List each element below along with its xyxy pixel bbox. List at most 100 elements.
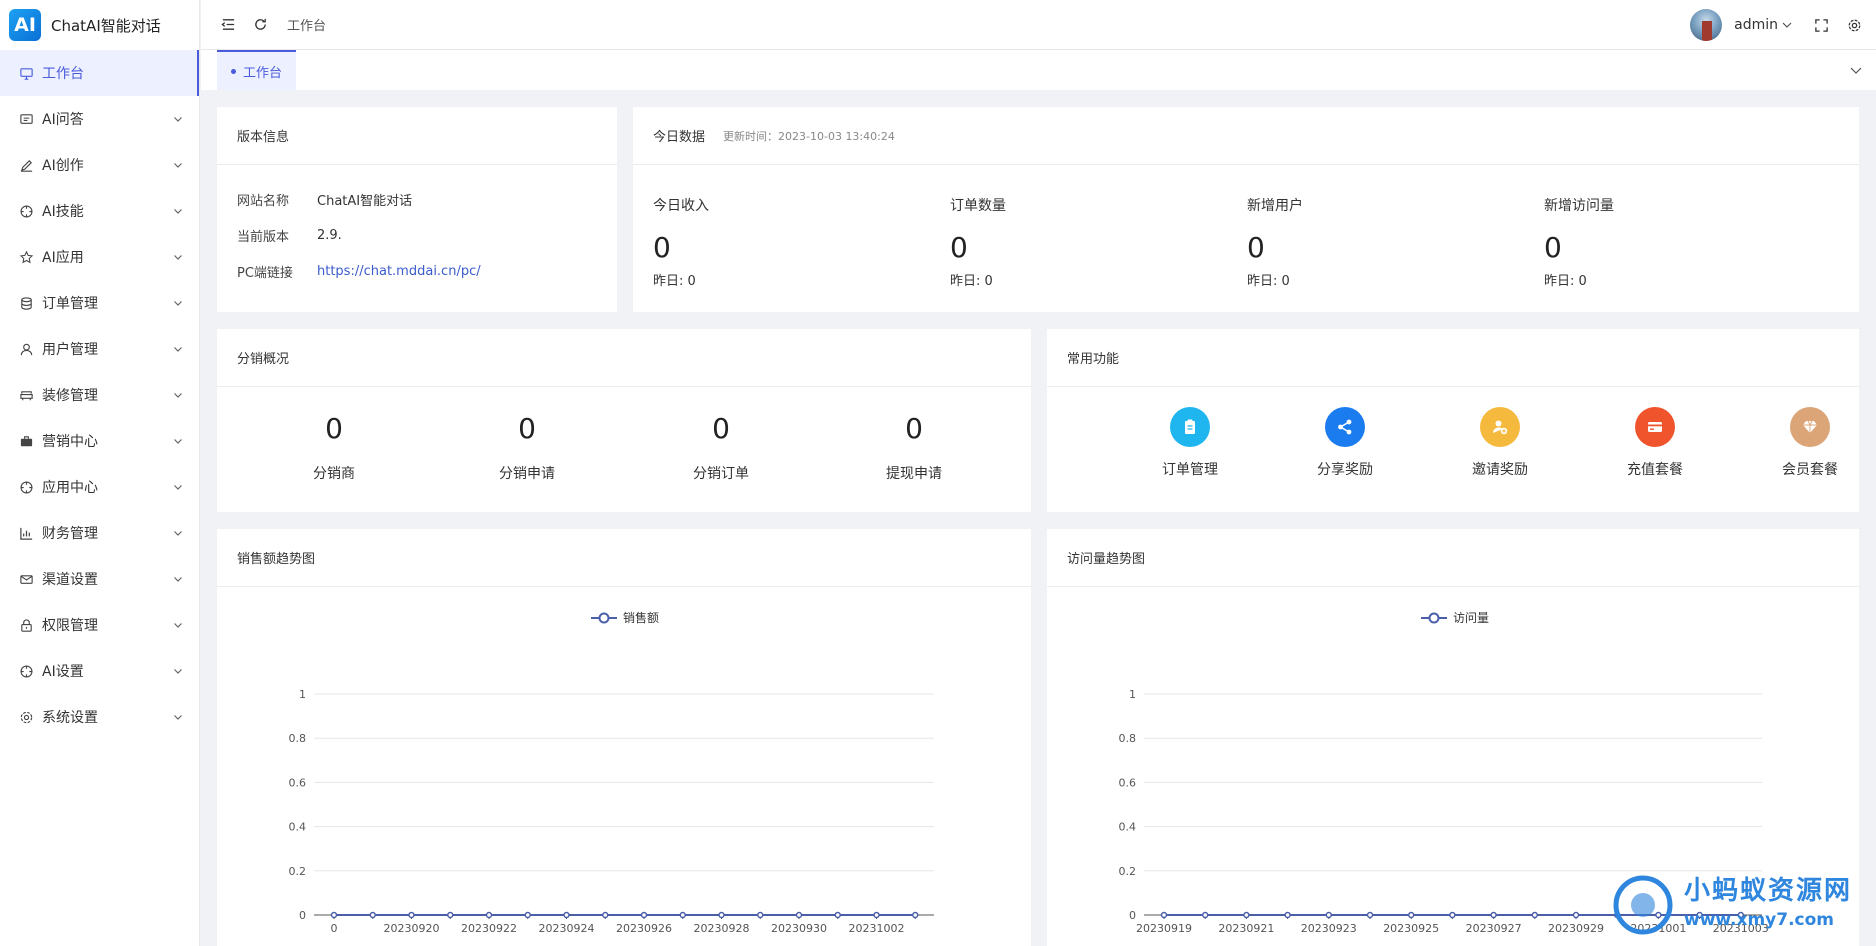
top-header: 工作台 admin: [201, 0, 1876, 50]
chevron-down-icon: [174, 163, 182, 168]
sidebar-item-label: 系统设置: [42, 710, 98, 726]
sidebar-item-5[interactable]: 订单管理: [0, 280, 199, 326]
username[interactable]: admin: [1734, 17, 1778, 33]
stat-label: 新增访问量: [1544, 198, 1614, 214]
stat-orders: 订单数量 0 昨日: 0: [950, 195, 1006, 289]
sidebar-menu: 工作台 AI问答 AI创作 AI技能 AI应用 订单管理 用户管理 装修管理营销中心应用中心财…: [0, 50, 199, 740]
watermark: 小蚂蚁资源网 www.xmy7.com: [1612, 870, 1862, 938]
sidebar-item-0[interactable]: 工作台: [0, 50, 199, 96]
sidebar-item-8[interactable]: 营销中心: [0, 418, 199, 464]
stat-label: 订单数量: [950, 198, 1006, 214]
info-value: 2.9.: [317, 227, 342, 243]
tab-workbench[interactable]: 工作台: [217, 50, 297, 90]
sidebar-item-4[interactable]: AI应用: [0, 234, 199, 280]
data-point[interactable]: [1407, 911, 1415, 919]
func-invite-reward[interactable]: 邀请奖励: [1440, 407, 1560, 479]
data-point[interactable]: [1325, 911, 1333, 919]
sidebar-item-11[interactable]: 渠道设置: [0, 556, 199, 602]
sidebar-item-10[interactable]: 财务管理: [0, 510, 199, 556]
breadcrumb: 工作台: [287, 19, 327, 34]
data-point[interactable]: [563, 911, 570, 919]
stat-value: 0: [653, 231, 671, 264]
collapse-menu-icon[interactable]: [219, 16, 237, 34]
avatar[interactable]: [1690, 9, 1723, 41]
data-point[interactable]: [718, 911, 725, 919]
tabs-dropdown-icon[interactable]: [1850, 64, 1862, 76]
info-value: ChatAI智能对话: [317, 193, 413, 209]
sidebar-item-2[interactable]: AI创作: [0, 142, 199, 188]
version-card: 版本信息 网站名称 ChatAI智能对话 当前版本 2.9. PC端链接 htt…: [217, 107, 617, 312]
chevron-down-icon: [174, 117, 182, 122]
data-point[interactable]: [524, 911, 531, 919]
y-tick-label: 0.8: [289, 732, 307, 745]
data-point[interactable]: [1449, 911, 1456, 919]
star-icon: [18, 249, 34, 265]
today-card-header: 今日数据 更新时间：2023-10-03 13:40:24: [633, 107, 1859, 165]
data-point[interactable]: [757, 911, 764, 919]
sidebar-item-label: AI问答: [42, 112, 84, 128]
sidebar-item-7[interactable]: 装修管理: [0, 372, 199, 418]
data-point[interactable]: [640, 911, 648, 919]
sidebar-item-9[interactable]: 应用中心: [0, 464, 199, 510]
data-point[interactable]: [1531, 911, 1539, 919]
sidebar-item-3[interactable]: AI技能: [0, 188, 199, 234]
version-row: PC端链接 https://chat.mddai.cn/pc/: [237, 253, 617, 289]
data-point[interactable]: [1284, 911, 1291, 919]
data-point[interactable]: [369, 911, 376, 919]
sidebar-item-label: 营销中心: [42, 434, 98, 450]
data-point[interactable]: [1160, 911, 1168, 919]
func-share-reward[interactable]: 分享奖励: [1285, 407, 1405, 479]
data-point[interactable]: [834, 911, 841, 919]
data-point[interactable]: [485, 911, 493, 919]
func-order-management[interactable]: 订单管理: [1130, 407, 1250, 479]
refresh-icon[interactable]: [251, 16, 269, 34]
app-title: ChatAI智能对话: [51, 16, 161, 35]
data-point[interactable]: [447, 911, 454, 919]
func-recharge-package[interactable]: 充值套餐: [1595, 407, 1715, 479]
sidebar-item-label: 渠道设置: [42, 572, 98, 588]
y-tick-label: 0.8: [1119, 732, 1137, 745]
x-tick-label: 20230929: [1548, 922, 1604, 935]
fullscreen-icon[interactable]: [1814, 18, 1829, 33]
distribution-card-title: 分销概况: [217, 329, 1031, 387]
data-point[interactable]: [679, 911, 686, 919]
dist-label: 分销订单: [693, 466, 749, 482]
data-point[interactable]: [1490, 911, 1497, 919]
gear-icon: [18, 709, 34, 725]
pc-link[interactable]: https://chat.mddai.cn/pc/: [317, 264, 481, 279]
sidebar-item-14[interactable]: 系统设置: [0, 694, 199, 740]
logo-mark: AI: [9, 9, 41, 41]
sidebar-item-1[interactable]: AI问答: [0, 96, 199, 142]
sidebar-item-12[interactable]: 权限管理: [0, 602, 199, 648]
data-point[interactable]: [602, 911, 609, 919]
watermark-logo-icon: [1613, 875, 1673, 935]
tabs-bar: 工作台: [201, 50, 1876, 90]
data-point[interactable]: [1201, 911, 1209, 919]
data-point[interactable]: [408, 911, 415, 919]
data-point[interactable]: [1572, 911, 1580, 919]
app-logo[interactable]: AI ChatAI智能对话: [0, 0, 199, 50]
database-icon: [18, 295, 34, 311]
sidebar-item-6[interactable]: 用户管理: [0, 326, 199, 372]
data-point[interactable]: [330, 911, 338, 919]
y-tick-label: 1: [1129, 688, 1136, 701]
data-point[interactable]: [912, 911, 919, 919]
sidebar-item-13[interactable]: AI设置: [0, 648, 199, 694]
func-member-package[interactable]: 会员套餐: [1750, 407, 1870, 479]
stat-yesterday: 昨日: 0: [1544, 274, 1587, 289]
today-card-title: 今日数据: [653, 130, 706, 145]
y-tick-label: 0: [1129, 909, 1136, 922]
dist-value: 0: [518, 412, 536, 445]
data-point[interactable]: [873, 911, 880, 919]
chart-icon: [18, 525, 34, 541]
y-tick-label: 0.6: [1119, 776, 1137, 789]
data-point[interactable]: [795, 911, 803, 919]
y-tick-label: 0.6: [289, 776, 307, 789]
chevron-down-icon: [174, 209, 182, 214]
functions-card: 常用功能 订单管理 分享奖励 邀请奖励 充值套餐 会员套餐: [1047, 329, 1859, 512]
chevron-down-icon[interactable]: [1782, 20, 1792, 30]
info-key: PC端链接: [237, 265, 293, 281]
data-point[interactable]: [1243, 911, 1250, 919]
data-point[interactable]: [1366, 911, 1374, 919]
gear-icon[interactable]: [1847, 18, 1862, 33]
